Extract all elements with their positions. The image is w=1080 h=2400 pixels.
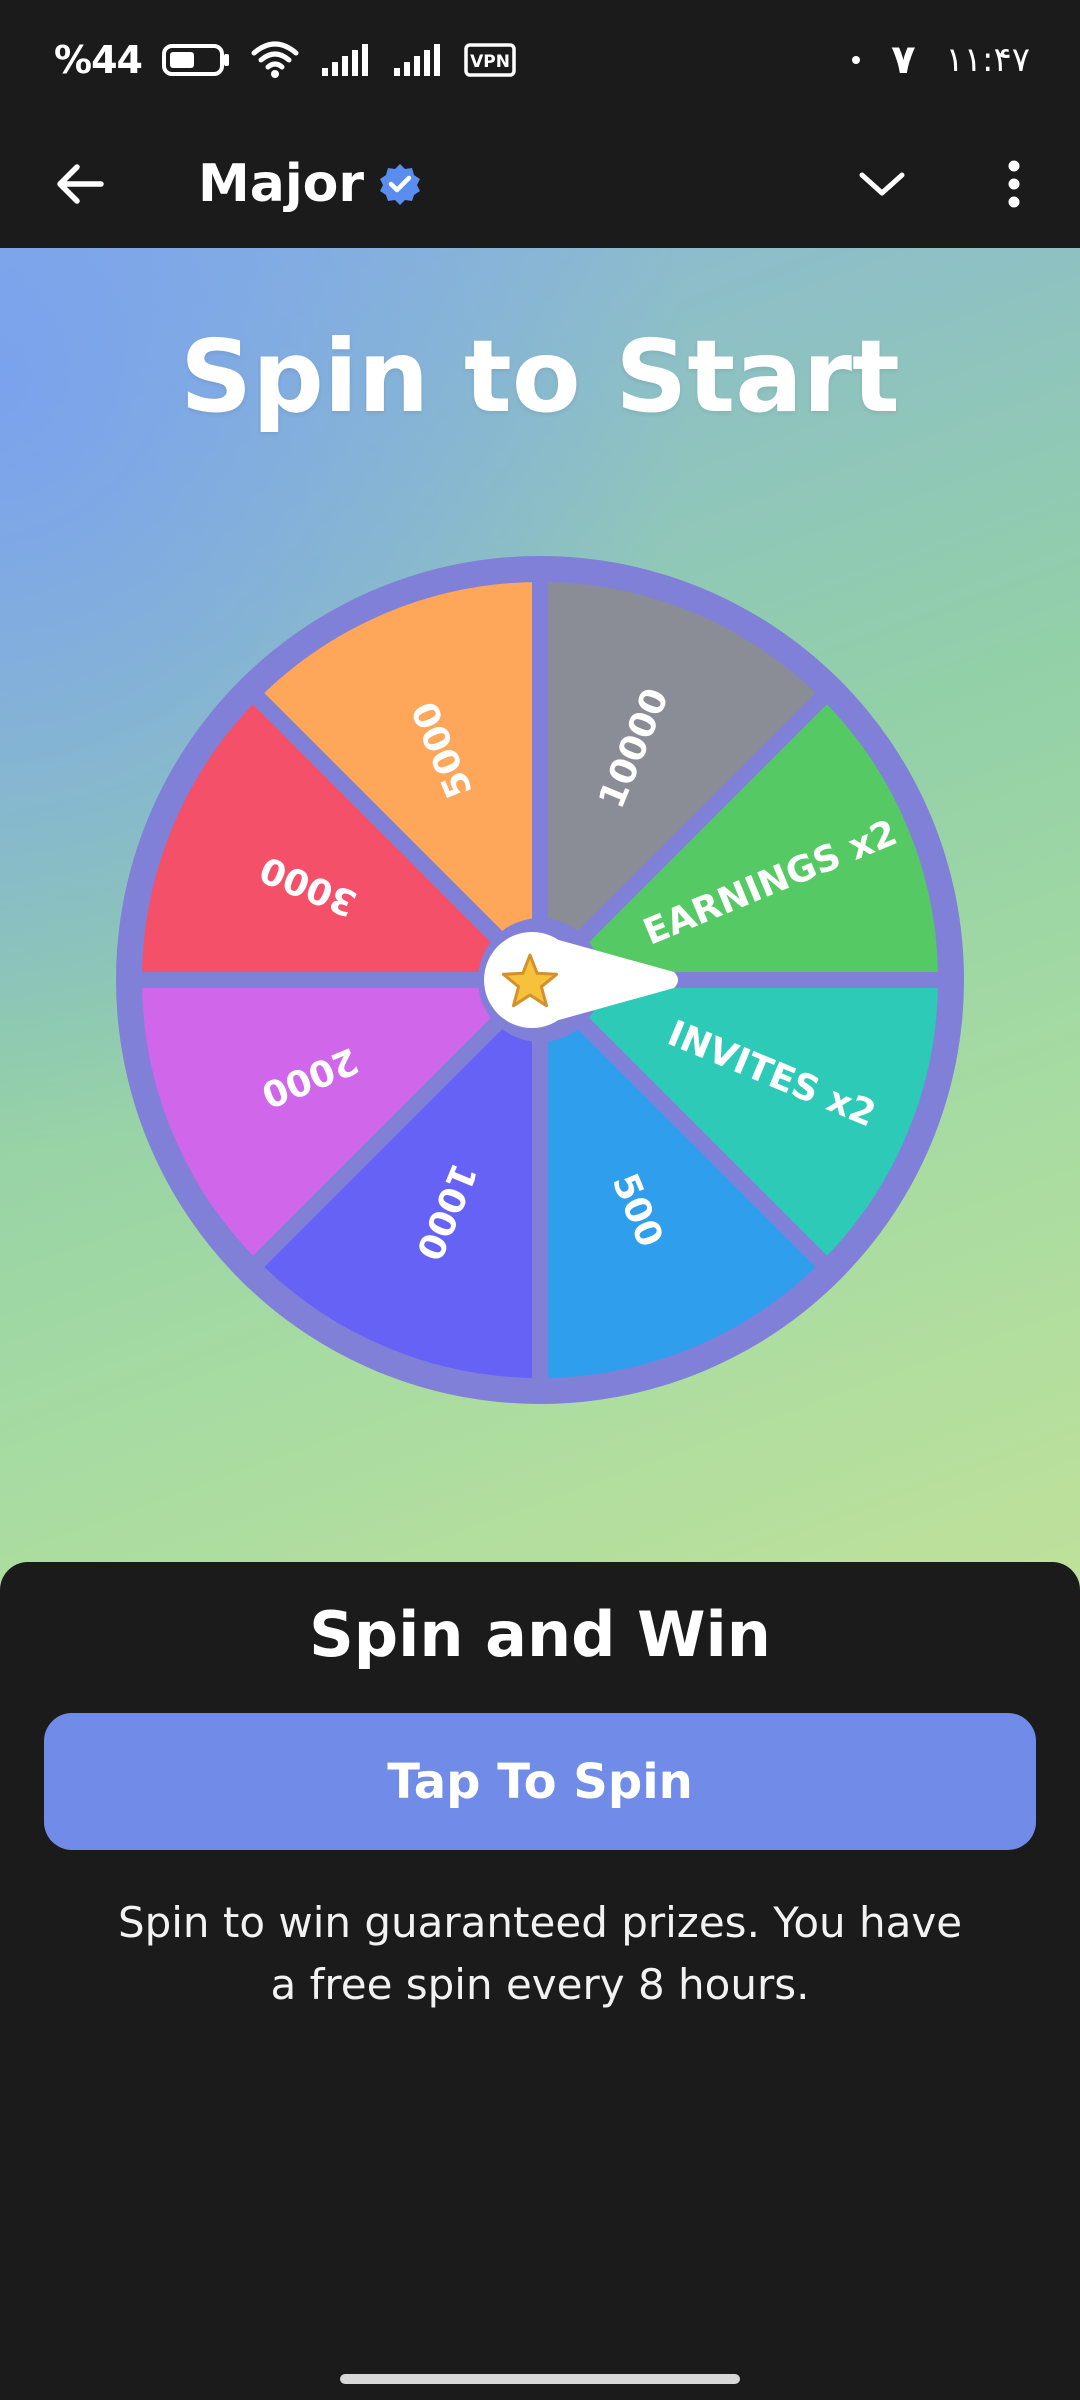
status-left: %44 VPN (54, 38, 516, 82)
battery-icon (161, 43, 230, 77)
tap-to-spin-button[interactable]: Tap To Spin (44, 1713, 1036, 1850)
wifi-icon (250, 41, 300, 79)
status-bar: %44 VPN ۷ ۱۱:۴۷ (0, 0, 1080, 120)
chat-title[interactable]: Major (198, 140, 422, 228)
chevron-down-icon (858, 169, 906, 199)
app-header: Major (0, 120, 1080, 248)
status-time: ۱۱:۴۷ (945, 40, 1030, 80)
signal-icon-2 (392, 42, 444, 78)
sheet-description: Spin to win guaranteed prizes. You have … (117, 1898, 963, 2009)
verified-badge-icon (378, 162, 422, 206)
app-screen: %44 VPN ۷ ۱۱:۴۷ Major Spin to Start 1000… (0, 0, 1080, 2400)
prize-wheel[interactable]: 10000EARNINGS x2INVITES x250010002000300… (0, 248, 1080, 1590)
bottom-sheet: Spin and Win Tap To Spin Spin to win gua… (0, 1562, 1080, 2400)
battery-percent: %44 (54, 38, 143, 82)
vpn-icon: VPN (464, 43, 516, 77)
vpn-label: VPN (470, 52, 510, 72)
more-vertical-icon (1007, 159, 1021, 209)
more-menu-button[interactable] (974, 144, 1054, 224)
status-right: ۷ ۱۱:۴۷ (851, 37, 1030, 83)
collapse-button[interactable] (842, 144, 922, 224)
notification-digit: ۷ (891, 37, 916, 83)
back-button[interactable] (40, 144, 120, 224)
game-area: Spin to Start 10000 EARNINGS x2 INVITES x2… (0, 248, 1080, 1590)
home-indicator[interactable] (340, 2374, 740, 2384)
app-title: Major (198, 154, 365, 214)
status-dot-icon (851, 55, 861, 65)
signal-icon (320, 42, 372, 78)
sheet-title: Spin and Win (309, 1598, 771, 1671)
arrow-left-icon (55, 162, 105, 206)
